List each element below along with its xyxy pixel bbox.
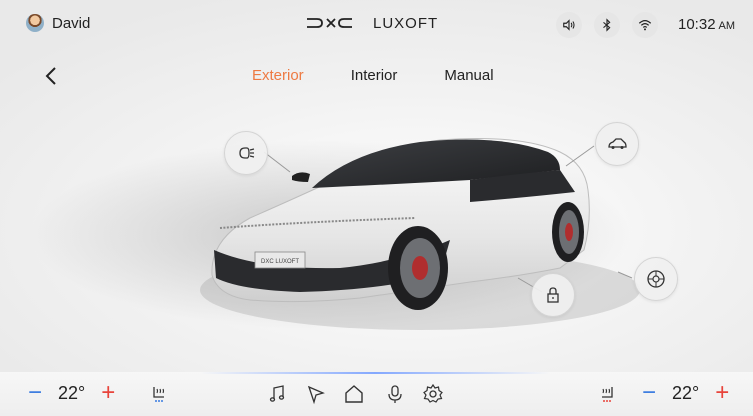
seat-heat-icon xyxy=(602,387,613,402)
right-temp-up-button[interactable]: + xyxy=(713,381,731,405)
seat-heat-left-button[interactable] xyxy=(146,381,172,407)
headlight-icon xyxy=(239,147,255,159)
car-image: DXC LUXOFT xyxy=(30,138,640,330)
user-name: David xyxy=(52,14,91,32)
tab-manual[interactable]: Manual xyxy=(444,67,493,84)
bottom-glow xyxy=(200,372,550,374)
microphone-button[interactable] xyxy=(382,381,408,407)
svg-text:DXC LUXOFT: DXC LUXOFT xyxy=(261,259,299,265)
right-climate: − 22° + xyxy=(640,381,731,405)
bottom-bar: − 22° + − 22° + xyxy=(0,372,753,416)
wheel-icon xyxy=(647,270,665,288)
exterior-hotspot[interactable] xyxy=(595,122,639,166)
clock-ampm: AM xyxy=(718,20,736,32)
car-viewer: DXC LUXOFT xyxy=(0,100,753,370)
user-profile[interactable]: David xyxy=(26,14,90,32)
app-screen: David LUXOFT 10:32 AM Exterior Interior … xyxy=(0,0,753,416)
settings-button[interactable] xyxy=(420,381,446,407)
seat-heat-right-button[interactable] xyxy=(594,381,620,407)
right-temp-value: 22° xyxy=(672,382,700,403)
brand-logo: LUXOFT xyxy=(305,14,438,32)
navigation-icon xyxy=(307,385,325,405)
car-roof-icon xyxy=(608,138,627,149)
microphone-icon xyxy=(388,385,402,403)
clock: 10:32 AM xyxy=(678,16,735,33)
status-bar: David LUXOFT 10:32 AM xyxy=(0,0,753,50)
tab-exterior[interactable]: Exterior xyxy=(252,67,304,84)
left-temp-value: 22° xyxy=(58,382,86,403)
status-icons xyxy=(556,12,658,38)
left-climate: − 22° + xyxy=(26,381,117,405)
brand-name: LUXOFT xyxy=(373,14,439,32)
dxc-logo-icon xyxy=(307,18,352,28)
right-temp-down-button[interactable]: − xyxy=(640,381,658,405)
tab-interior[interactable]: Interior xyxy=(351,67,398,84)
back-button[interactable] xyxy=(40,64,62,88)
headlight-hotspot[interactable] xyxy=(224,131,268,175)
music-button[interactable] xyxy=(264,381,290,407)
view-tabs: Exterior Interior Manual xyxy=(252,67,494,84)
door-lock-icon xyxy=(547,287,559,303)
left-temp-up-button[interactable]: + xyxy=(99,381,117,405)
settings-icon xyxy=(423,383,443,403)
wifi-icon[interactable] xyxy=(632,12,658,38)
home-icon xyxy=(345,385,363,403)
seat-heat-icon xyxy=(153,387,165,402)
home-button[interactable] xyxy=(341,381,367,407)
volume-icon[interactable] xyxy=(556,12,582,38)
wheel-hotspot[interactable] xyxy=(634,257,678,301)
clock-time: 10:32 xyxy=(678,16,716,33)
bluetooth-icon[interactable] xyxy=(594,12,620,38)
navigation-button[interactable] xyxy=(303,381,329,407)
music-icon xyxy=(269,385,285,402)
avatar xyxy=(26,14,44,32)
chevron-left-icon xyxy=(45,67,56,85)
left-temp-down-button[interactable]: − xyxy=(26,381,44,405)
door-lock-hotspot[interactable] xyxy=(531,273,575,317)
